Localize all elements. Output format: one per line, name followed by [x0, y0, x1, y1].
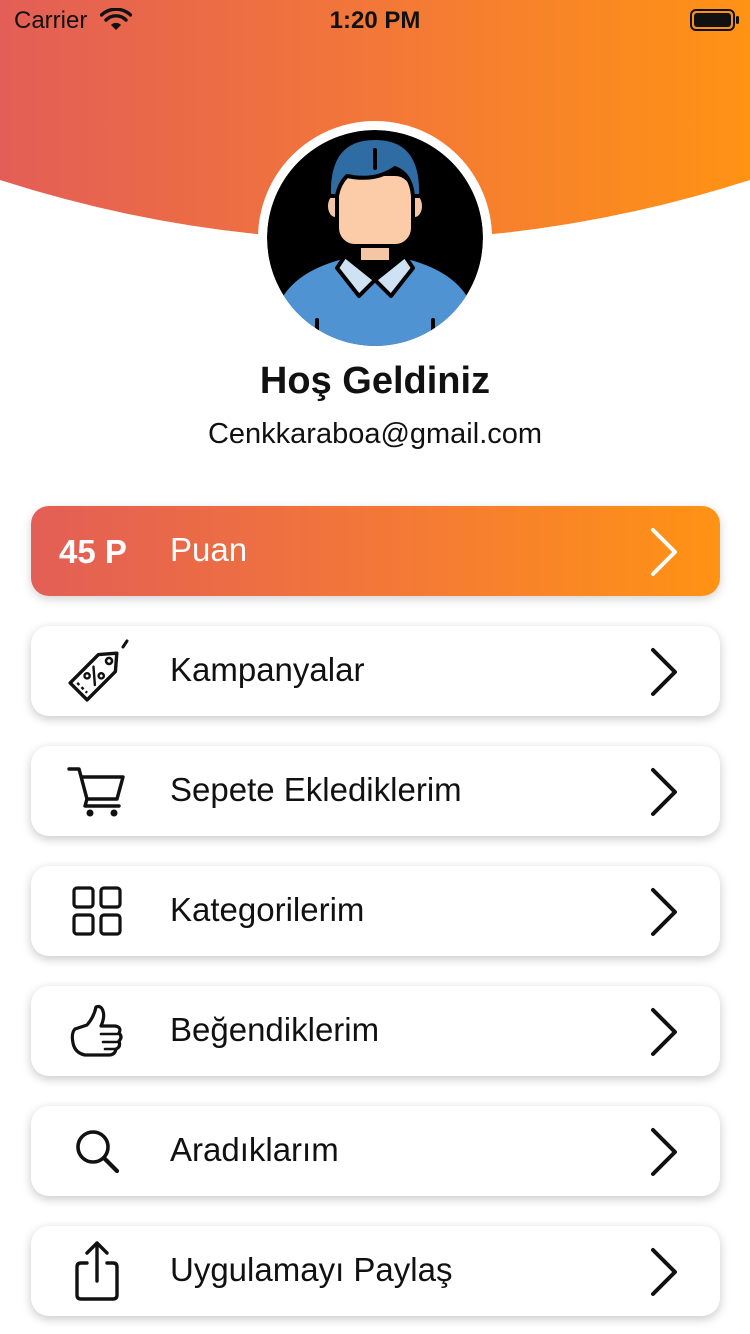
chevron-right-icon	[651, 768, 677, 816]
menu-item-label: Sepete Eklediklerim	[170, 771, 462, 808]
chevron-right-icon	[651, 1248, 677, 1296]
menu-item-label: Kategorilerim	[170, 891, 365, 928]
menu-item-sepete-eklediklerim[interactable]: Sepete Eklediklerim	[31, 746, 720, 836]
cart-icon	[67, 767, 125, 817]
status-bar: Carrier 1:20 PM	[0, 0, 750, 40]
search-icon	[76, 1130, 120, 1174]
menu-item-label: Aradıklarım	[170, 1131, 339, 1168]
chevron-right-icon	[651, 888, 677, 936]
thumbs-up-icon	[70, 1004, 123, 1057]
menu-item-label: Uygulamayı Paylaş	[170, 1251, 453, 1288]
menu-item-label: Kampanyalar	[170, 651, 365, 688]
menu-item-kategorilerim[interactable]: Kategorilerim	[31, 866, 720, 956]
share-icon	[75, 1241, 119, 1301]
grid-icon	[72, 886, 122, 936]
points-label: Puan	[170, 531, 248, 568]
user-email: Cenkkaraboa@gmail.com	[207, 418, 543, 450]
avatar[interactable]	[267, 130, 483, 346]
points-card[interactable]: 45 P Puan	[31, 506, 720, 596]
points-value: 45 P	[59, 533, 127, 570]
chevron-right-icon	[651, 1128, 677, 1176]
chevron-right-icon	[651, 528, 677, 576]
status-time: 1:20 PM	[329, 7, 421, 34]
menu-item-label: Beğendiklerim	[170, 1011, 380, 1048]
battery-icon	[690, 9, 739, 31]
menu-item-begendiklerim[interactable]: Beğendiklerim	[31, 986, 720, 1076]
discount-tag-icon	[68, 639, 129, 702]
menu-item-kampanyalar[interactable]: Kampanyalar	[31, 626, 720, 716]
menu-item-uygulamayi-paylas[interactable]: Uygulamayı Paylaş	[31, 1226, 720, 1316]
chevron-right-icon	[651, 1008, 677, 1056]
user-avatar-icon	[267, 130, 483, 346]
welcome-title: Hoş Geldiniz	[259, 360, 491, 402]
chevron-right-icon	[651, 648, 677, 696]
menu-item-aradiklarim[interactable]: Aradıklarım	[31, 1106, 720, 1196]
